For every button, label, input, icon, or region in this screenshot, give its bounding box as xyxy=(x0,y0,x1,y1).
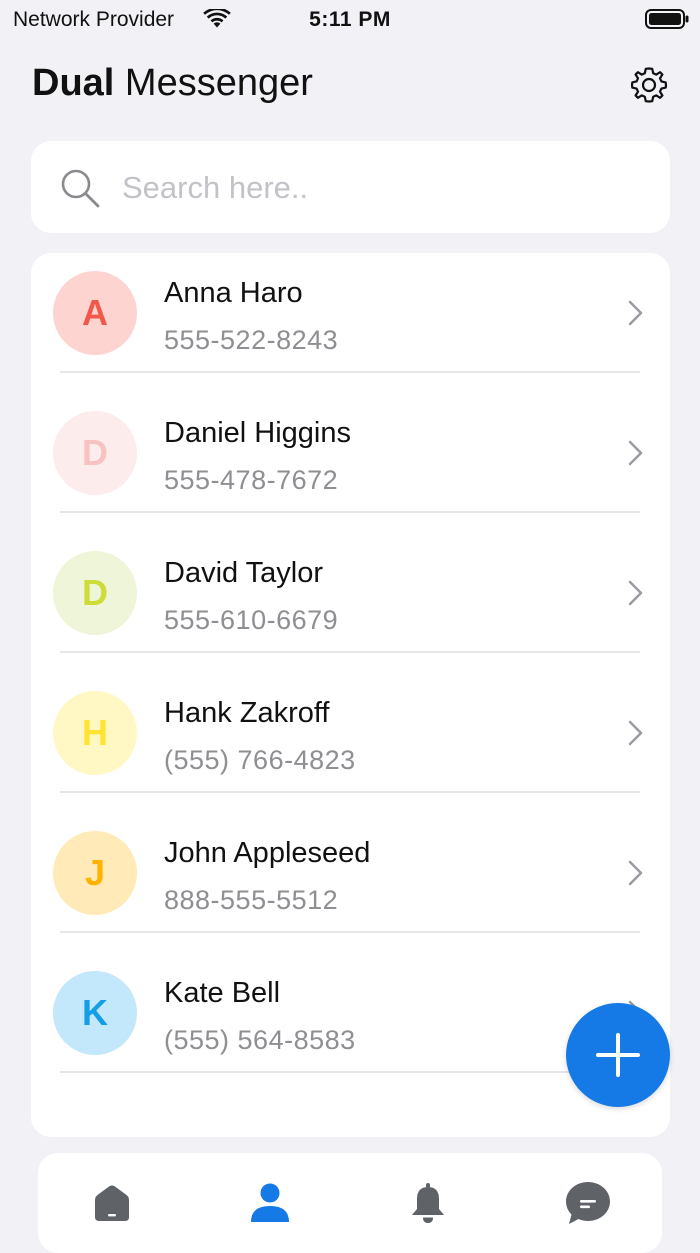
chat-icon xyxy=(566,1182,610,1224)
gear-icon xyxy=(630,67,668,103)
contact-row-david-taylor[interactable]: D David Taylor 555-610-6679 xyxy=(31,533,670,673)
contact-name: Daniel Higgins xyxy=(164,417,351,449)
home-icon xyxy=(95,1185,129,1221)
add-contact-button[interactable] xyxy=(566,1003,670,1107)
row-divider xyxy=(60,651,640,653)
contact-row-john-appleseed[interactable]: J John Appleseed 888-555-5512 xyxy=(31,813,670,953)
tab-bar xyxy=(38,1153,662,1253)
contact-row-hank-zakroff[interactable]: H Hank Zakroff (555) 766-4823 xyxy=(31,673,670,813)
row-divider xyxy=(60,371,640,373)
contact-name: John Appleseed xyxy=(164,837,371,869)
avatar: H xyxy=(53,691,137,775)
contact-list: A Anna Haro 555-522-8243 D Daniel Higgin… xyxy=(31,253,670,1137)
row-divider xyxy=(60,1071,640,1073)
tab-home[interactable] xyxy=(82,1178,142,1228)
bell-icon xyxy=(412,1183,444,1223)
tab-messages[interactable] xyxy=(558,1178,618,1228)
contact-phone: 888-555-5512 xyxy=(164,885,339,915)
chevron-right-icon xyxy=(628,720,643,746)
chevron-right-icon xyxy=(628,580,643,606)
chevron-right-icon xyxy=(628,300,643,326)
app-title: Dual Messenger xyxy=(32,62,313,105)
contact-phone: 555-610-6679 xyxy=(164,605,339,635)
person-icon xyxy=(251,1183,289,1222)
row-divider xyxy=(60,791,640,793)
app-title-bold: Dual xyxy=(32,62,115,104)
contact-name: David Taylor xyxy=(164,557,324,589)
status-bar: Network Provider 5:11 PM xyxy=(0,0,700,40)
settings-button[interactable] xyxy=(628,64,670,106)
contact-phone: 555-522-8243 xyxy=(164,325,339,355)
contact-name: Hank Zakroff xyxy=(164,697,330,729)
search-input[interactable] xyxy=(122,162,642,214)
tab-contacts[interactable] xyxy=(240,1178,300,1228)
avatar: D xyxy=(53,411,137,495)
row-divider xyxy=(60,511,640,513)
avatar: A xyxy=(53,271,137,355)
contact-phone: (555) 564-8583 xyxy=(164,1025,356,1055)
contact-row-anna-haro[interactable]: A Anna Haro 555-522-8243 xyxy=(31,253,670,393)
contact-phone: 555-478-7672 xyxy=(164,465,339,495)
chevron-right-icon xyxy=(628,440,643,466)
contact-name: Kate Bell xyxy=(164,977,281,1009)
battery-icon xyxy=(645,9,689,29)
search-icon xyxy=(61,169,100,208)
avatar: K xyxy=(53,971,137,1055)
app-title-regular: Messenger xyxy=(114,62,313,104)
contact-row-daniel-higgins[interactable]: D Daniel Higgins 555-478-7672 xyxy=(31,393,670,533)
contact-name: Anna Haro xyxy=(164,277,303,309)
status-time: 5:11 PM xyxy=(309,8,391,31)
contact-phone: (555) 766-4823 xyxy=(164,745,356,775)
avatar: J xyxy=(53,831,137,915)
row-divider xyxy=(60,931,640,933)
tab-notifications[interactable] xyxy=(398,1178,458,1228)
avatar: D xyxy=(53,551,137,635)
plus-icon xyxy=(596,1033,640,1077)
chevron-right-icon xyxy=(628,860,643,886)
